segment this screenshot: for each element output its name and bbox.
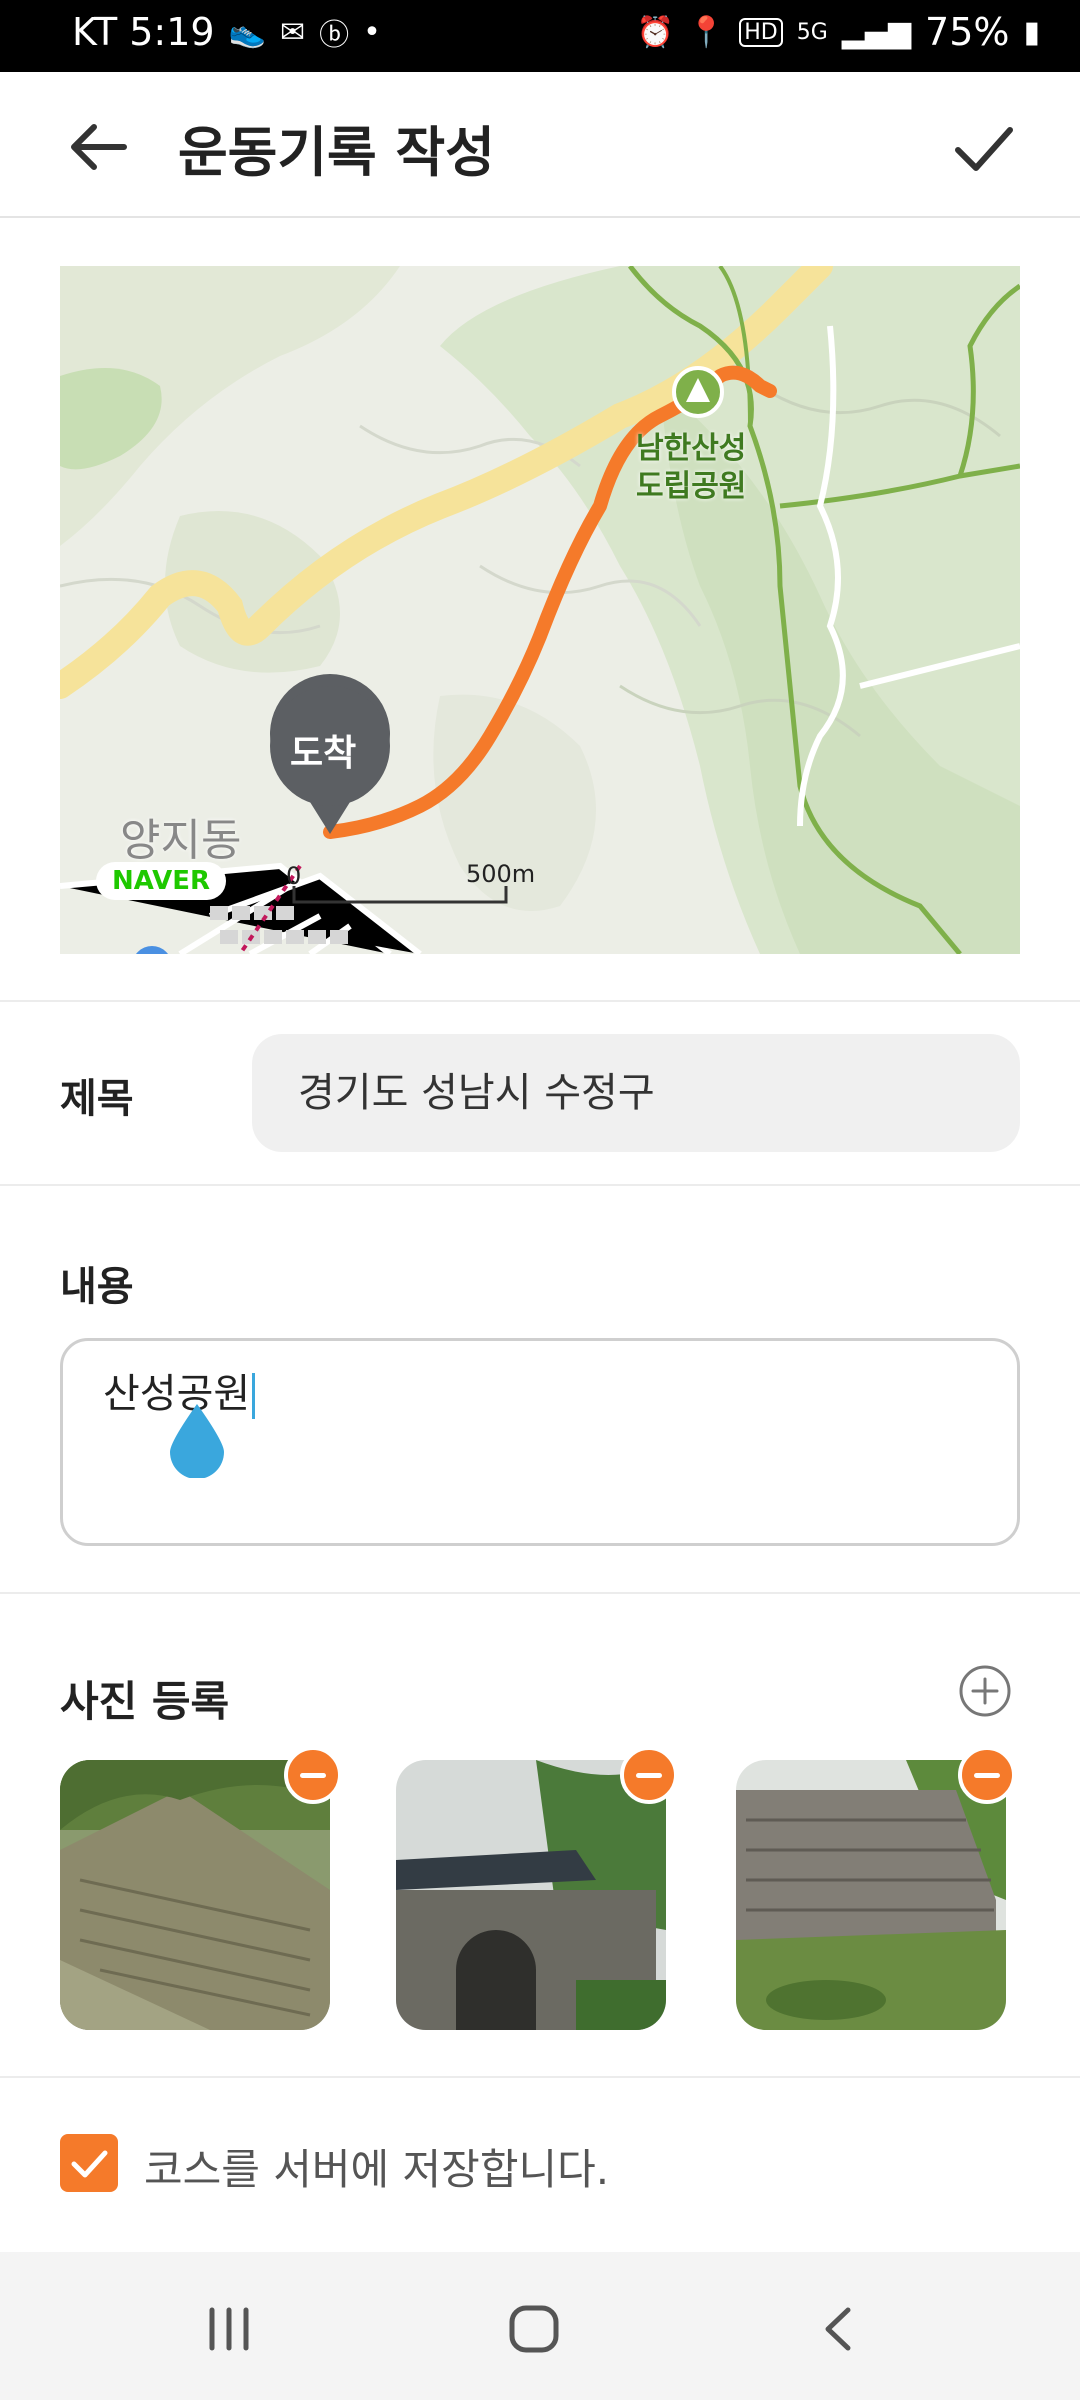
title-label: 제목 (60, 1076, 134, 1122)
scale-zero: 0 (286, 862, 302, 890)
back-nav-icon[interactable] (818, 2304, 858, 2354)
home-icon[interactable] (508, 2304, 560, 2354)
photo-label: 사진 등록 (60, 1677, 230, 1726)
photo-thumbnail[interactable] (396, 1760, 666, 2030)
text-caret (252, 1373, 256, 1419)
divider (0, 1184, 1080, 1186)
alarm-icon: ⏰ (636, 14, 674, 50)
dot-icon: • (363, 14, 381, 50)
5g-icon: 5G (796, 19, 828, 45)
b-app-icon: ⓑ (319, 18, 350, 53)
app-bar: 운동기록 작성 (0, 72, 1080, 218)
location-icon: 📍 (687, 14, 726, 50)
shoe-icon: 👟 (228, 14, 266, 50)
park-label: 남한산성 도립공원 (636, 431, 747, 504)
signal-icon: ▂▄▆ (841, 14, 912, 50)
photo-thumbnail[interactable] (736, 1760, 1006, 2030)
remove-photo-button[interactable] (284, 1746, 342, 1804)
clock: KT 5:19 (72, 10, 215, 54)
system-nav-bar (0, 2252, 1080, 2400)
marker-label: 도착 (290, 733, 357, 774)
remove-photo-button[interactable] (620, 1746, 678, 1804)
status-right: ⏰ 📍 HD 5G ▂▄▆ 75% ▮ (637, 10, 1040, 54)
fortress-gate-photo (396, 1760, 666, 2030)
status-left: KT 5:19 👟 ✉ ⓑ • (72, 10, 381, 54)
mail-icon: ✉ (279, 14, 306, 50)
divider (0, 2076, 1080, 2078)
scale-distance: 500m (466, 860, 536, 888)
divider (0, 1592, 1080, 1594)
divider (0, 1000, 1080, 1002)
battery-icon: ▮ (1023, 14, 1040, 50)
battery-percent: 75% (925, 10, 1010, 54)
area-label: 양지동 (120, 815, 242, 866)
cursor-handle-icon[interactable] (166, 1402, 228, 1478)
photo-thumbnail[interactable] (60, 1760, 330, 2030)
stone-wall-photo (736, 1760, 1006, 2030)
back-arrow-icon[interactable] (64, 112, 134, 182)
check-icon (71, 2150, 108, 2178)
save-course-checkbox[interactable] (60, 2134, 118, 2192)
content-label: 내용 (60, 1264, 134, 1310)
save-course-label: 코스를 서버에 저장합니다. (144, 2145, 610, 2194)
add-photo-icon[interactable] (958, 1664, 1012, 1718)
route-map[interactable]: 남한산성 도립공원 양지동 도착 NAVER 0 500m (60, 266, 1020, 954)
remove-photo-button[interactable] (958, 1746, 1016, 1804)
page-title: 운동기록 작성 (178, 121, 495, 184)
title-input[interactable]: 경기도 성남시 수정구 (252, 1034, 1020, 1152)
hd-icon: HD (739, 17, 783, 47)
confirm-check-icon[interactable] (948, 112, 1020, 184)
recent-apps-icon[interactable] (204, 2306, 254, 2352)
status-bar: KT 5:19 👟 ✉ ⓑ • ⏰ 📍 HD 5G ▂▄▆ 75% ▮ (0, 0, 1080, 72)
naver-logo: NAVER (96, 862, 227, 900)
fortress-wall-photo (60, 1760, 330, 2030)
